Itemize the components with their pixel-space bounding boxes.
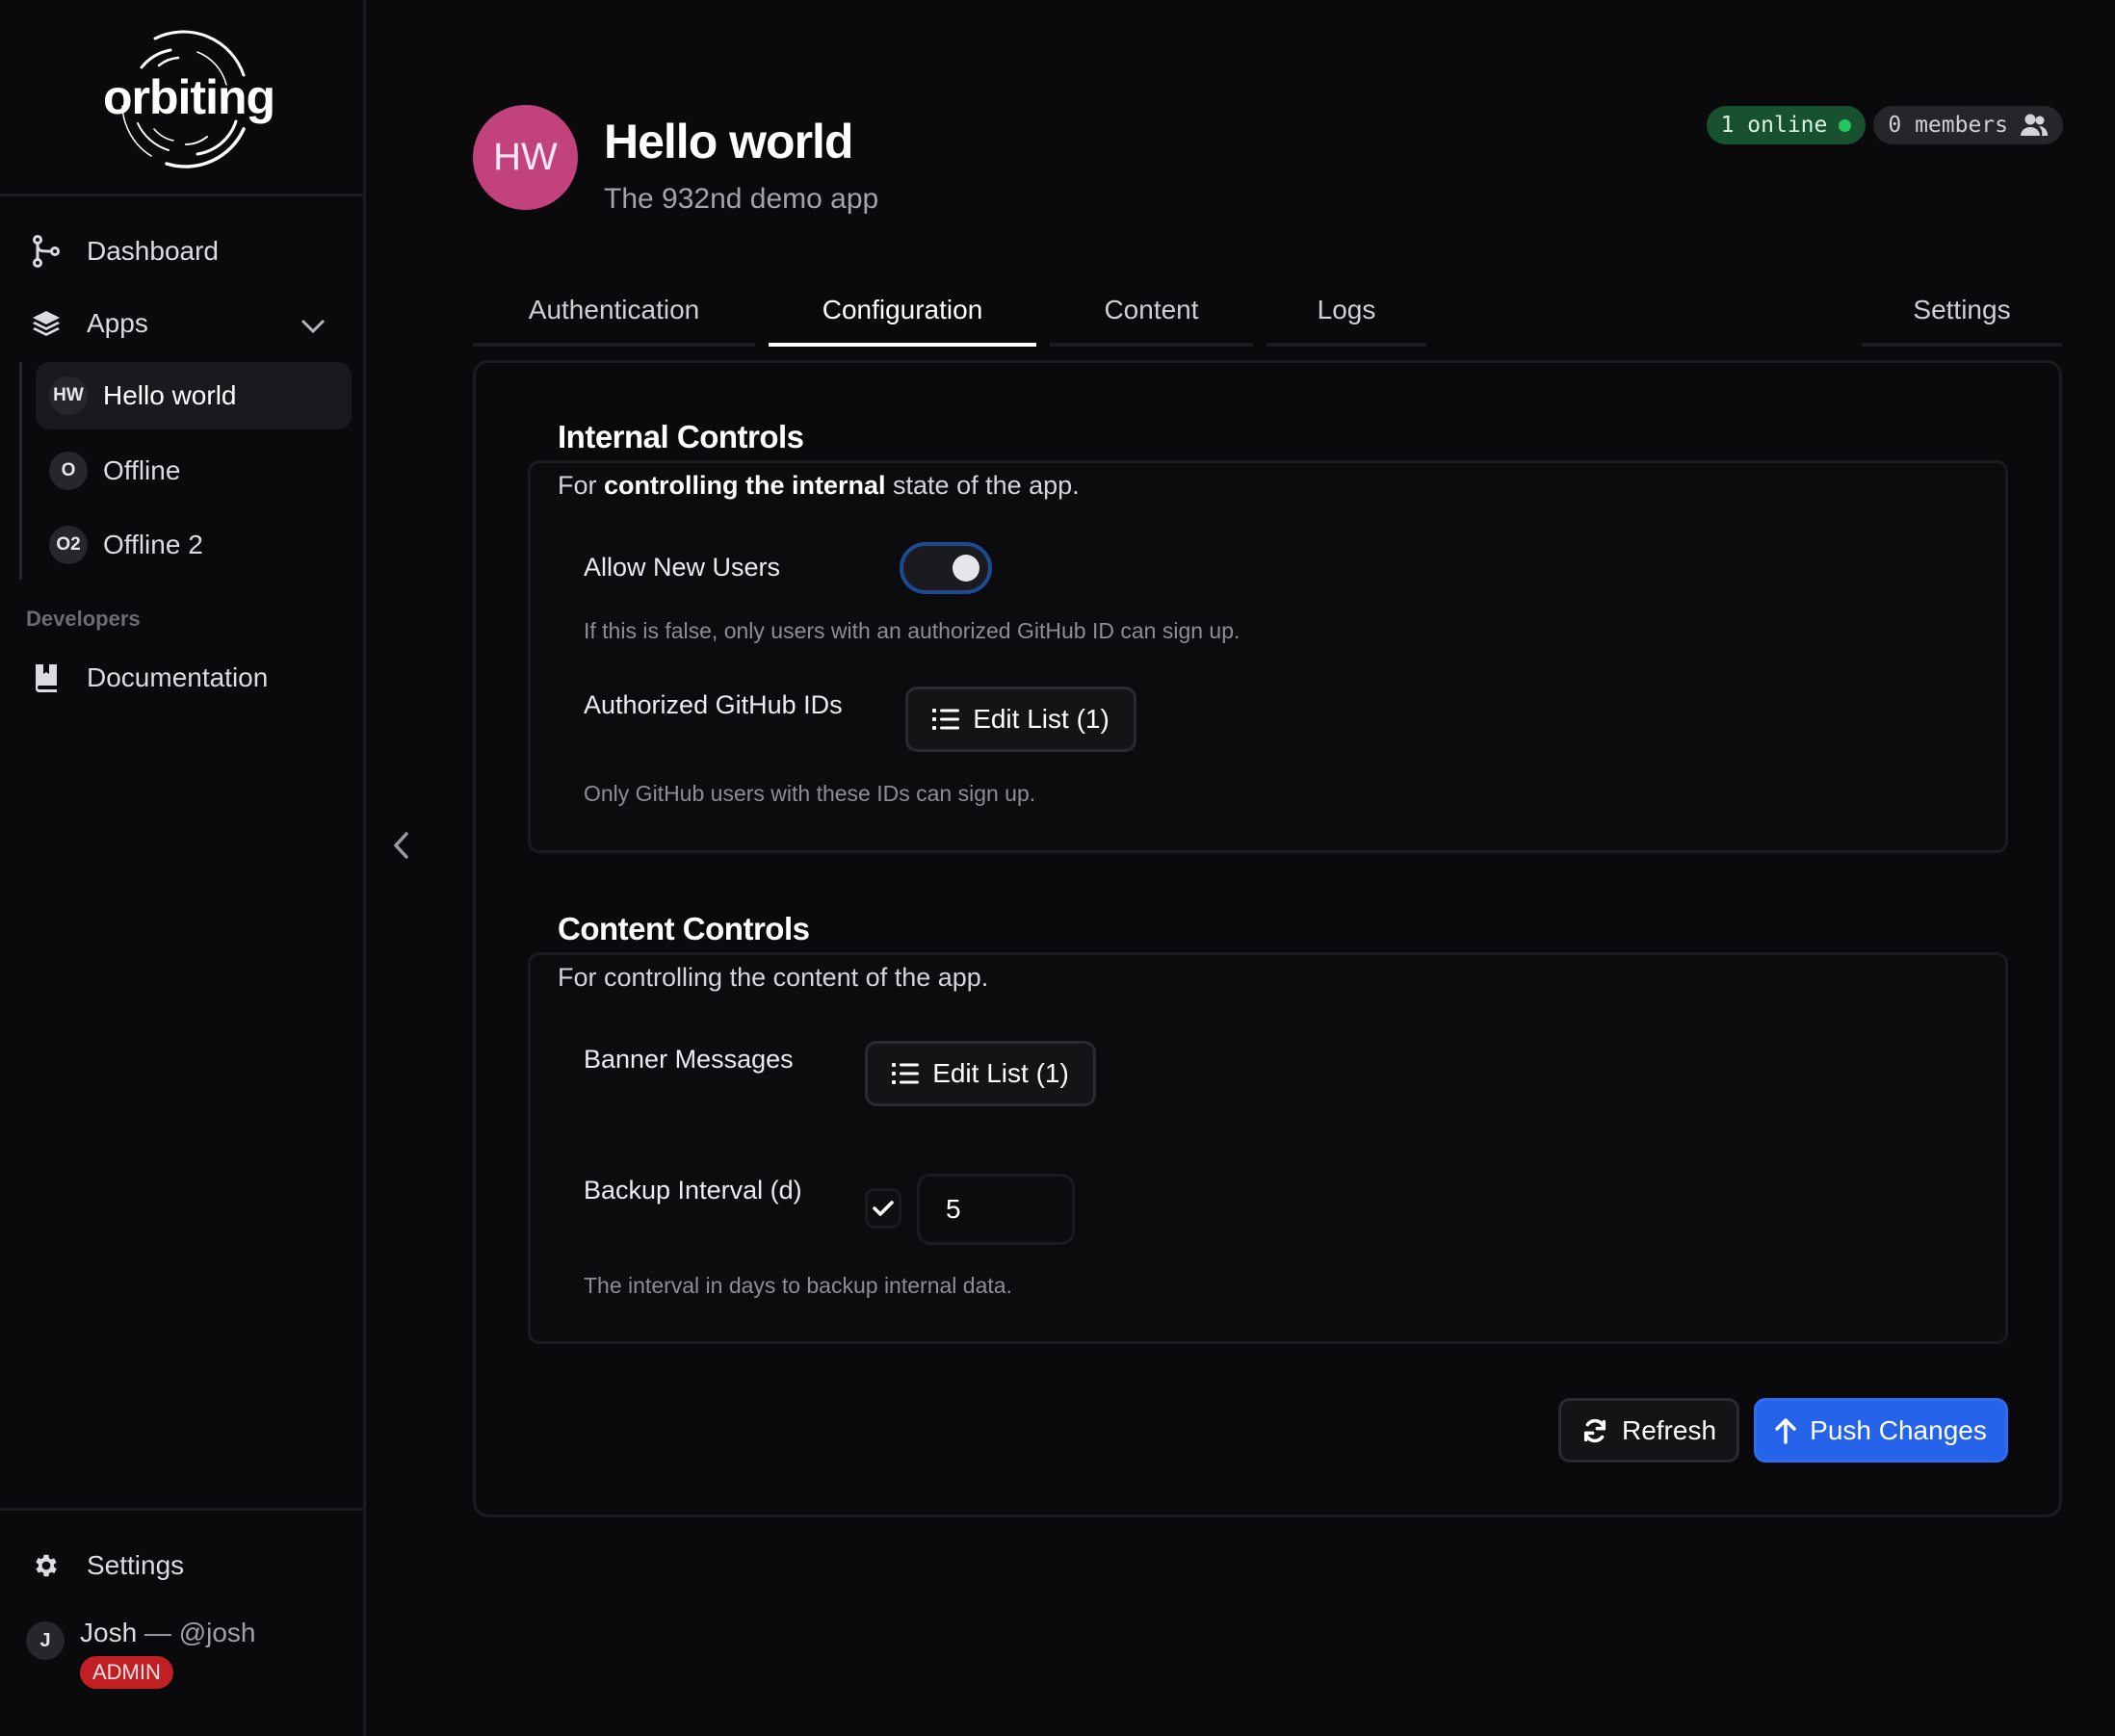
page-title: Hello world xyxy=(604,115,853,168)
desc-text: For xyxy=(558,471,605,500)
sidebar-item-label: Apps xyxy=(87,308,148,338)
authorized-ids-help: Only GitHub users with these IDs can sig… xyxy=(584,781,1036,806)
internal-controls-title: Internal Controls xyxy=(558,419,804,454)
gear-icon xyxy=(29,1548,64,1583)
tab-label: Logs xyxy=(1317,295,1376,324)
list-icon xyxy=(892,1063,920,1084)
edit-banner-messages-button[interactable]: Edit List (1) xyxy=(865,1041,1096,1106)
sidebar-item-dashboard[interactable]: Dashboard xyxy=(29,227,219,275)
app-label: Offline xyxy=(103,455,181,485)
page-subtitle: The 932nd demo app xyxy=(604,183,879,215)
tab-label: Authentication xyxy=(528,295,700,324)
user-name: Josh xyxy=(80,1618,138,1647)
tab-label: Settings xyxy=(1913,295,2011,324)
layers-icon xyxy=(29,306,64,341)
tab-label: Configuration xyxy=(822,295,983,324)
logo-text: orbiting xyxy=(103,70,275,124)
authorized-ids-label: Authorized GitHub IDs xyxy=(584,690,843,719)
git-branch-icon xyxy=(29,234,64,269)
tab-authentication[interactable]: Authentication xyxy=(473,289,755,347)
sidebar-item-documentation[interactable]: Documentation xyxy=(29,654,268,702)
banner-messages-label: Banner Messages xyxy=(584,1045,794,1074)
members-badge[interactable]: 0 members xyxy=(1873,106,2063,144)
internal-controls-description: For controlling the internal state of th… xyxy=(558,471,1080,501)
online-count: 1 online xyxy=(1720,113,1828,138)
sidebar-app-hello-world[interactable]: HW Hello world xyxy=(36,362,352,429)
content-controls-description: For controlling the content of the app. xyxy=(558,963,989,992)
app-avatar-large: HW xyxy=(473,105,578,210)
sidebar-item-label: Settings xyxy=(87,1550,185,1580)
button-label: Refresh xyxy=(1621,1414,1717,1445)
app-label: Hello world xyxy=(103,380,237,410)
logo-area: orbiting xyxy=(0,0,363,196)
app-label: Offline 2 xyxy=(103,530,203,559)
list-icon xyxy=(932,709,960,730)
refresh-icon xyxy=(1583,1418,1606,1442)
checkmark-icon xyxy=(873,1201,894,1216)
developers-section-label: Developers xyxy=(26,607,141,631)
tab-configuration[interactable]: Configuration xyxy=(769,289,1036,347)
arrow-up-icon xyxy=(1775,1417,1796,1444)
online-badge: 1 online xyxy=(1706,106,1867,144)
tab-label: Content xyxy=(1104,295,1199,324)
content-controls-title: Content Controls xyxy=(558,911,810,946)
online-dot-icon xyxy=(1839,118,1852,132)
role-badge: ADMIN xyxy=(80,1656,173,1689)
sidebar-item-apps[interactable]: Apps xyxy=(29,299,148,348)
tab-logs[interactable]: Logs xyxy=(1266,289,1426,347)
edit-authorized-ids-button[interactable]: Edit List (1) xyxy=(905,687,1136,752)
user-name-line: Josh — @josh xyxy=(80,1618,256,1648)
backup-interval-label: Backup Interval (d) xyxy=(584,1176,802,1205)
allow-new-users-help: If this is false, only users with an aut… xyxy=(584,618,1240,643)
user-avatar: J xyxy=(26,1621,65,1660)
desc-text: state of the app. xyxy=(885,471,1080,500)
user-profile[interactable]: J Josh — @josh ADMIN xyxy=(26,1618,256,1689)
app-avatar: HW xyxy=(49,376,88,415)
button-label: Edit List (1) xyxy=(973,704,1110,734)
sidebar-app-offline-2[interactable]: O2 Offline 2 xyxy=(36,511,352,579)
book-icon xyxy=(29,661,64,695)
tab-content[interactable]: Content xyxy=(1050,289,1253,347)
chevron-down-icon[interactable] xyxy=(299,314,327,337)
status-badges: 1 online 0 members xyxy=(1706,106,2063,144)
sidebar-item-label: Dashboard xyxy=(87,236,219,266)
refresh-button[interactable]: Refresh xyxy=(1558,1398,1739,1463)
sidebar: orbiting Dashboard Apps HW Hello world O… xyxy=(0,0,366,1736)
backup-interval-input[interactable] xyxy=(917,1174,1075,1245)
desc-bold: controlling the internal xyxy=(604,471,886,500)
push-changes-button[interactable]: Push Changes xyxy=(1754,1398,2008,1463)
button-label: Push Changes xyxy=(1810,1414,1987,1445)
apps-tree-line xyxy=(19,362,22,580)
backup-interval-checkbox[interactable] xyxy=(865,1188,901,1229)
collapse-sidebar-chevron-left-icon[interactable] xyxy=(387,826,416,865)
allow-new-users-toggle[interactable] xyxy=(900,542,992,594)
sidebar-item-label: Documentation xyxy=(87,662,269,692)
app-avatar: O xyxy=(49,452,88,490)
sidebar-item-settings[interactable]: Settings xyxy=(29,1542,184,1590)
backup-interval-help: The interval in days to backup internal … xyxy=(584,1273,1012,1298)
tab-settings[interactable]: Settings xyxy=(1862,289,2062,347)
members-count: 0 members xyxy=(1888,113,2008,138)
sidebar-app-offline[interactable]: O Offline xyxy=(36,437,352,505)
user-handle: @josh xyxy=(178,1618,256,1647)
users-icon xyxy=(2021,114,2049,136)
allow-new-users-label: Allow New Users xyxy=(584,553,781,582)
toggle-knob xyxy=(953,555,979,582)
user-separator: — xyxy=(137,1618,179,1647)
app-avatar: O2 xyxy=(49,526,88,564)
button-label: Edit List (1) xyxy=(932,1058,1069,1088)
